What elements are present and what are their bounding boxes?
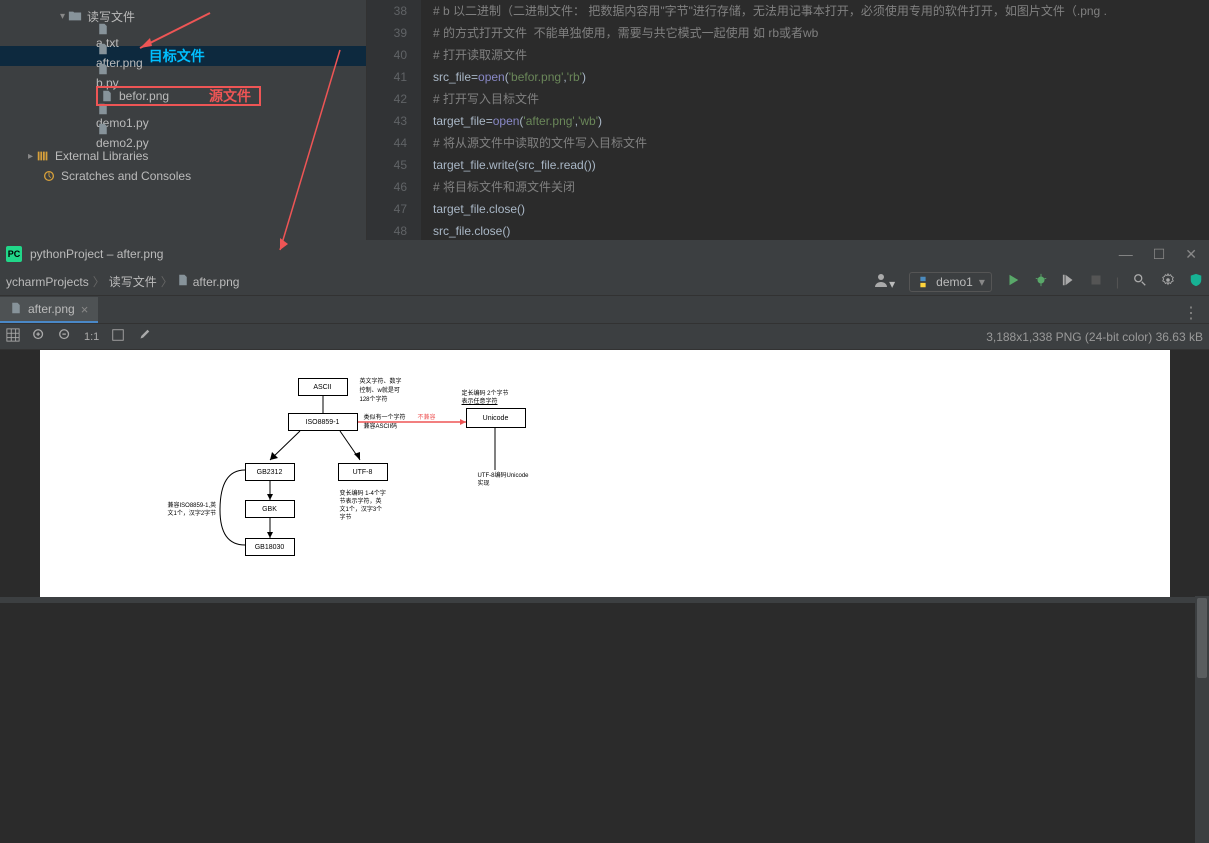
search-icon[interactable] [1133, 273, 1147, 290]
stop-button [1090, 274, 1102, 289]
python-icon [916, 275, 930, 289]
editor-gutter: 3839404142434445464748 [367, 0, 421, 240]
pycharm-icon: PC [6, 246, 22, 262]
tree-file-demo2.py[interactable]: demo2.py [0, 126, 366, 146]
tree-scratches[interactable]: Scratches and Consoles [0, 166, 366, 186]
file-icon [96, 122, 110, 136]
close-tab-icon[interactable]: × [81, 302, 89, 317]
image-toolbar: 1:1 3,188x1,338 PNG (24-bit color) 36.63… [0, 324, 1209, 350]
vertical-scrollbar[interactable] [1195, 596, 1209, 843]
image-info: 3,188x1,338 PNG (24-bit color) 36.63 kB [986, 330, 1203, 344]
tab-after-png[interactable]: after.png × [0, 297, 98, 323]
chevron-right-icon: 〉 [93, 273, 105, 290]
zoom-out-icon[interactable] [58, 328, 72, 345]
grid-icon[interactable] [6, 328, 20, 345]
maximize-button[interactable]: ☐ [1153, 246, 1166, 263]
chevron-down-icon: ▾ [60, 11, 65, 22]
run-configuration[interactable]: demo1 ▾ [909, 272, 992, 292]
tab-label: after.png [28, 302, 75, 316]
debug-button[interactable] [1034, 273, 1048, 290]
project-tree[interactable]: ▾ 读写文件 a.txtafter.png目标文件b.pybefor.png源文… [0, 0, 367, 240]
tree-file-befor.png[interactable]: befor.png源文件 [0, 86, 366, 106]
code-editor[interactable]: 3839404142434445464748 # b 以二进制（二进制文件： 把… [367, 0, 1209, 240]
editor-code[interactable]: # b 以二进制（二进制文件： 把数据内容用"字节"进行存储，无法用记事本打开，… [421, 0, 1209, 240]
tree-folder[interactable]: ▾ 读写文件 [0, 6, 366, 26]
settings-icon[interactable] [1161, 273, 1175, 290]
image-content: ASCII ISO8859-1 Unicode GB2312 UTF-8 GBK… [40, 350, 1170, 597]
file-icon [96, 22, 110, 36]
tree-file-a.txt[interactable]: a.txt [0, 26, 366, 46]
chevron-down-icon: ▾ [979, 275, 985, 289]
editor-tabs: after.png × ⋮ [0, 296, 1209, 324]
file-icon [100, 89, 114, 103]
breadcrumb-item[interactable]: 读写文件 [109, 273, 157, 290]
annotation-label: 源文件 [209, 86, 251, 106]
external-libs-label: External Libraries [55, 149, 148, 163]
chevron-right-icon: 〉 [161, 273, 173, 290]
tree-file-after.png[interactable]: after.png目标文件 [0, 46, 366, 66]
run-button[interactable] [1006, 273, 1020, 290]
folder-icon [68, 9, 82, 23]
fit-icon[interactable] [111, 328, 125, 345]
tree-file-b.py[interactable]: b.py [0, 66, 366, 86]
file-icon [177, 274, 189, 289]
shield-icon[interactable] [1189, 273, 1203, 290]
user-icon[interactable]: ▾ [873, 272, 895, 291]
window-title: pythonProject – after.png [30, 247, 163, 261]
file-icon [96, 42, 110, 56]
file-icon [96, 62, 110, 76]
zoom-in-icon[interactable] [32, 328, 46, 345]
coverage-button[interactable] [1062, 273, 1076, 290]
tab-options[interactable]: ⋮ [1183, 303, 1209, 323]
zoom-actual-icon[interactable]: 1:1 [84, 331, 99, 343]
breadcrumb-item[interactable]: ycharmProjects [6, 275, 89, 289]
tree-external-libs[interactable]: ▸ External Libraries [0, 146, 366, 166]
color-picker-icon[interactable] [137, 328, 151, 345]
navigation-bar: ycharmProjects 〉 读写文件 〉 after.png ▾ demo… [0, 268, 1209, 296]
image-viewer[interactable]: ASCII ISO8859-1 Unicode GB2312 UTF-8 GBK… [0, 350, 1209, 597]
libraries-icon [36, 149, 50, 163]
file-icon [10, 302, 22, 317]
minimize-button[interactable]: — [1119, 246, 1133, 262]
close-button[interactable]: ✕ [1185, 246, 1197, 263]
tree-file-demo1.py[interactable]: demo1.py [0, 106, 366, 126]
chevron-right-icon: ▸ [28, 151, 33, 162]
window-titlebar: PC pythonProject – after.png — ☐ ✕ [0, 240, 1209, 268]
breadcrumb[interactable]: ycharmProjects 〉 读写文件 〉 after.png [6, 273, 239, 290]
scratches-icon [42, 169, 56, 183]
breadcrumb-item[interactable]: after.png [193, 275, 240, 289]
annotation-label: 目标文件 [149, 46, 205, 66]
scratches-label: Scratches and Consoles [61, 169, 191, 183]
